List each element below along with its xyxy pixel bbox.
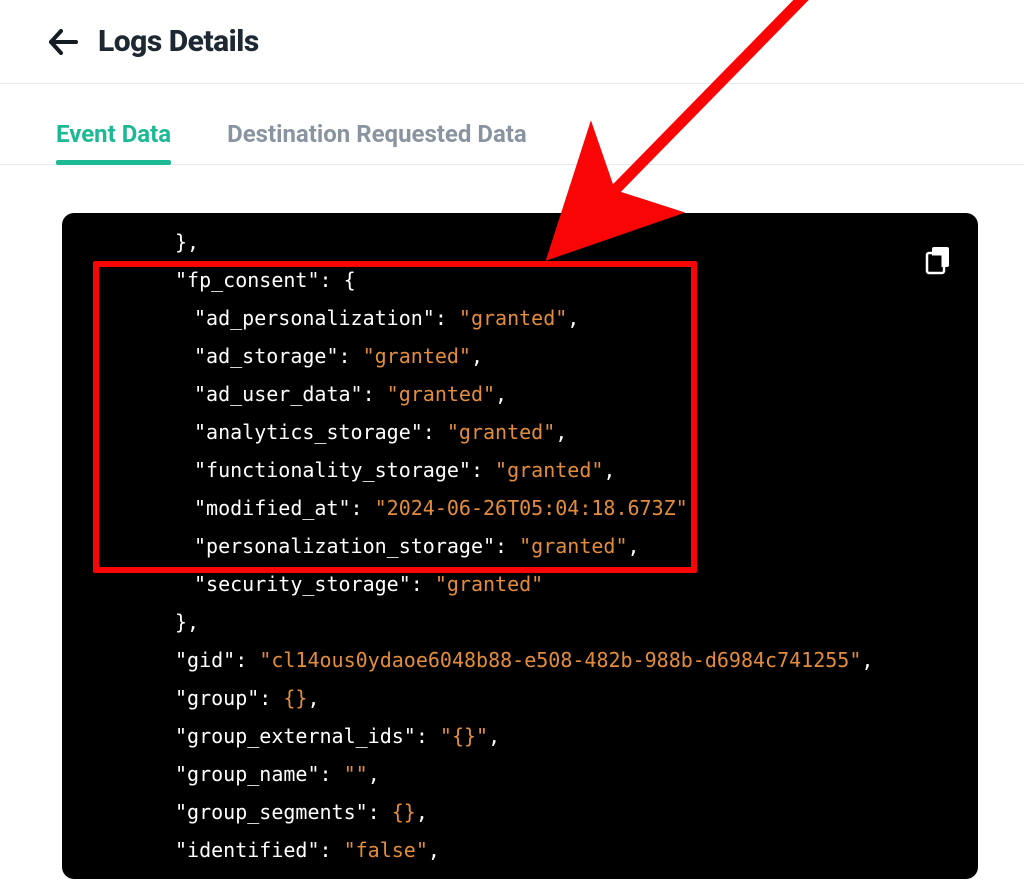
code-line: "security_storage": "granted" xyxy=(92,565,948,603)
code-line: "analytics_storage": "granted", xyxy=(92,413,948,451)
code-line: "group": {}, xyxy=(92,679,948,717)
code-line: "group_segments": {}, xyxy=(92,793,948,831)
code-line: "ad_storage": "granted", xyxy=(92,337,948,375)
page-title: Logs Details xyxy=(98,24,259,59)
code-line: "functionality_storage": "granted", xyxy=(92,451,948,489)
code-line: "group_name": "", xyxy=(92,755,948,793)
copy-icon[interactable] xyxy=(924,245,952,287)
code-line: "ad_user_data": "granted", xyxy=(92,375,948,413)
back-arrow-icon[interactable] xyxy=(48,29,78,55)
code-line: "ad_personalization": "granted", xyxy=(92,299,948,337)
tab-bar: Event Data Destination Requested Data xyxy=(0,84,1024,165)
code-line: "gid": "cl14ous0ydaoe6048b88-e508-482b-9… xyxy=(92,641,948,679)
code-panel: }, "fp_consent": { "ad_personalization":… xyxy=(62,213,978,879)
code-line: }, xyxy=(92,603,948,641)
code-line: "group_external_ids": "{}", xyxy=(92,717,948,755)
code-line: "personalization_storage": "granted", xyxy=(92,527,948,565)
header-bar: Logs Details xyxy=(0,0,1024,84)
tab-destination-requested-data[interactable]: Destination Requested Data xyxy=(227,120,527,164)
tab-event-data[interactable]: Event Data xyxy=(56,120,171,164)
code-line: "identified": "false", xyxy=(92,831,948,869)
content-stage: }, "fp_consent": { "ad_personalization":… xyxy=(0,165,1024,879)
code-line: "modified_at": "2024-06-26T05:04:18.673Z… xyxy=(92,489,948,527)
code-line: "fp_consent": { xyxy=(92,261,948,299)
code-line: }, xyxy=(92,223,948,261)
